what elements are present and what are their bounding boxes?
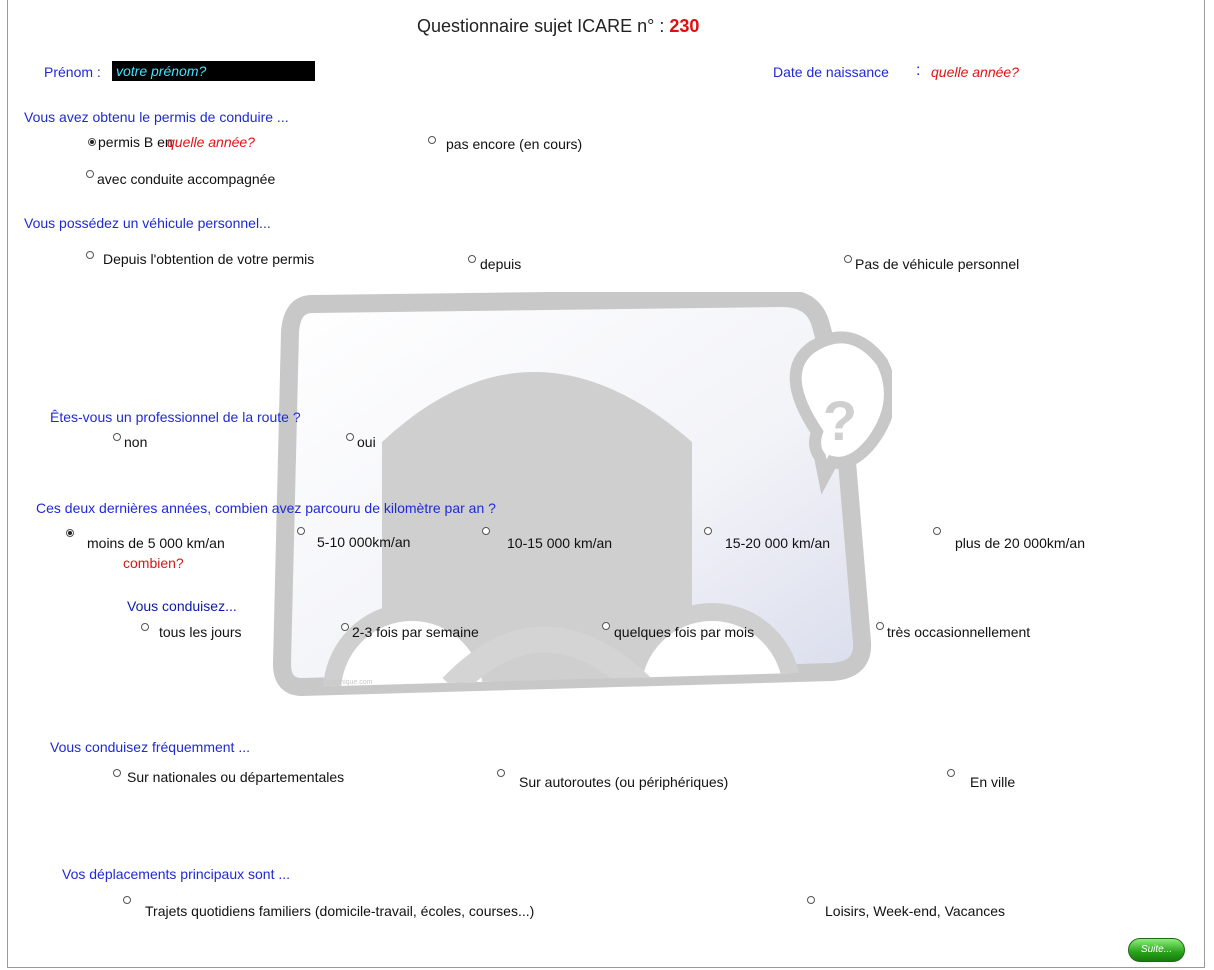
professional-yes-radio[interactable]: [346, 433, 354, 441]
mileage-over-20k-radio[interactable]: [933, 527, 941, 535]
mileage-10-15k-label: 10-15 000 km/an: [507, 535, 613, 551]
mileage-amount-field[interactable]: combien?: [123, 555, 184, 571]
professional-no-radio[interactable]: [113, 433, 121, 441]
frequency-occasional-radio[interactable]: [876, 622, 884, 630]
professional-no-label: non: [124, 434, 148, 450]
mileage-5-10k-radio[interactable]: [297, 527, 305, 535]
frequency-monthly-radio[interactable]: [602, 622, 610, 630]
birth-year-field[interactable]: quelle année?: [931, 64, 1019, 80]
license-year-field[interactable]: quelle année?: [167, 134, 255, 150]
license-b-label: permis B en: [98, 134, 173, 150]
license-accompanied-radio[interactable]: [86, 170, 94, 178]
professional-yes-label: oui: [357, 434, 376, 450]
vehicle-since-license-label: Depuis l'obtention de votre permis: [103, 251, 315, 267]
roads-highway-label: Sur autoroutes (ou périphériques): [519, 774, 729, 790]
frequency-daily-label: tous les jours: [159, 624, 242, 640]
frequency-monthly-label: quelques fois par mois: [614, 624, 755, 640]
vehicle-since-license-radio[interactable]: [86, 251, 94, 259]
birth-date-colon: :: [916, 62, 921, 79]
vehicle-question: Vous possédez un véhicule personnel...: [24, 215, 271, 231]
license-accompanied-label: avec conduite accompagnée: [97, 171, 276, 187]
page-title: Questionnaire sujet ICARE n° : 230: [417, 16, 699, 37]
roads-city-radio[interactable]: [947, 769, 955, 777]
first-name-field[interactable]: votre prénom?: [112, 61, 315, 81]
page-title-text: Questionnaire sujet ICARE n° :: [417, 16, 665, 36]
frequency-daily-radio[interactable]: [141, 623, 149, 631]
mileage-question: Ces deux dernières années, combien avez …: [36, 500, 496, 516]
mileage-15-20k-label: 15-20 000 km/an: [725, 535, 831, 551]
license-question: Vous avez obtenu le permis de conduire .…: [24, 109, 289, 125]
trips-daily-label: Trajets quotidiens familiers (domicile-t…: [145, 903, 535, 919]
professional-question: Êtes-vous un professionnel de la route ?: [50, 409, 301, 425]
roads-highway-radio[interactable]: [497, 769, 505, 777]
mileage-under-5000-radio[interactable]: [66, 529, 74, 537]
dashboard-watermark-illustration: ? www.idgraphique.com: [272, 292, 892, 697]
mileage-15-20k-radio[interactable]: [704, 527, 712, 535]
trips-daily-radio[interactable]: [123, 896, 131, 904]
question-mark-glyph: ?: [823, 389, 857, 452]
vehicle-none-label: Pas de véhicule personnel: [855, 256, 1020, 272]
mileage-under-5000-label: moins de 5 000 km/an: [87, 535, 225, 551]
roads-city-label: En ville: [970, 774, 1016, 790]
roads-national-radio[interactable]: [113, 769, 121, 777]
vehicle-since-radio[interactable]: [468, 255, 476, 263]
frequency-occasional-label: très occasionnellement: [887, 624, 1031, 640]
frequency-weekly-radio[interactable]: [341, 623, 349, 631]
roads-question: Vous conduisez fréquemment ...: [50, 739, 250, 755]
frequency-question: Vous conduisez...: [127, 598, 237, 614]
subject-number: 230: [669, 16, 700, 36]
birth-date-label: Date de naissance: [773, 64, 889, 80]
trips-leisure-radio[interactable]: [807, 896, 815, 904]
next-button[interactable]: Suite...: [1128, 938, 1185, 962]
first-name-label: Prénom :: [44, 64, 101, 80]
vehicle-none-radio[interactable]: [844, 255, 852, 263]
license-pending-label: pas encore (en cours): [446, 136, 583, 152]
roads-national-label: Sur nationales ou départementales: [127, 769, 345, 785]
mileage-5-10k-label: 5-10 000km/an: [317, 534, 411, 550]
license-b-radio[interactable]: [88, 138, 96, 146]
trips-question: Vos déplacements principaux sont ...: [62, 866, 291, 882]
trips-leisure-label: Loisirs, Week-end, Vacances: [825, 903, 1006, 919]
watermark-text: www.idgraphique.com: [303, 679, 373, 686]
vehicle-since-label: depuis: [480, 256, 522, 272]
mileage-10-15k-radio[interactable]: [482, 527, 490, 535]
frequency-weekly-label: 2-3 fois par semaine: [352, 624, 479, 640]
mileage-over-20k-label: plus de 20 000km/an: [955, 535, 1085, 551]
license-pending-radio[interactable]: [428, 136, 436, 144]
